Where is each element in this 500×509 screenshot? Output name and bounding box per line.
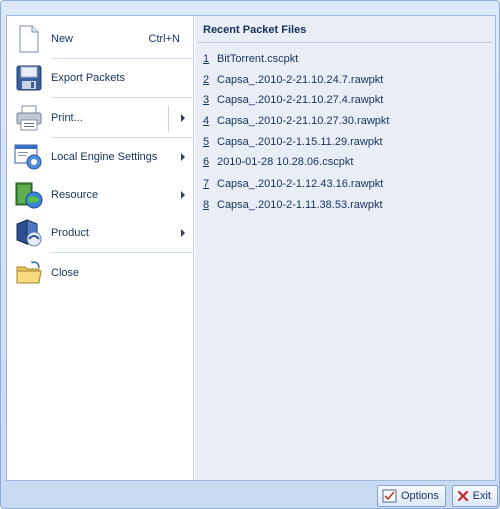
recent-file-number: 1	[203, 53, 210, 65]
recent-files-title: Recent Packet Files	[203, 24, 307, 36]
menu-item-product[interactable]: Product	[7, 214, 194, 252]
menu-item-local-engine-settings[interactable]: Local Engine Settings	[7, 138, 194, 176]
submenu-arrow-icon[interactable]	[181, 114, 185, 122]
menu-commands-pane: New Ctrl+N Export Packets Print... Local…	[7, 16, 194, 480]
menu-item-label: Resource	[51, 189, 99, 201]
recent-file-name: Capsa_.2010-2-1.15.11.29.rawpkt	[217, 136, 383, 148]
menu-item-new[interactable]: New Ctrl+N	[7, 20, 194, 58]
recent-file-item[interactable]: 1 BitTorrent.cscpkt	[203, 51, 298, 67]
recent-file-item[interactable]: 4 Capsa_.2010-2-21.10.27.30.rawpkt	[203, 113, 389, 129]
recent-file-name: BitTorrent.cscpkt	[217, 53, 299, 65]
menu-item-label: Export Packets	[51, 72, 125, 84]
shortcut-label: Ctrl+N	[148, 33, 180, 45]
recent-files-pane: Recent Packet Files 1 BitTorrent.cscpkt …	[195, 16, 495, 480]
recent-file-item[interactable]: 8 Capsa_.2010-2-1.11.38.53.rawpkt	[203, 197, 383, 213]
book-globe-icon	[14, 180, 44, 210]
recent-file-number: 4	[203, 115, 210, 127]
menu-item-print[interactable]: Print...	[7, 99, 194, 137]
recent-file-name: Capsa_.2010-2-1.11.38.53.rawpkt	[217, 199, 383, 211]
printer-icon	[14, 103, 44, 133]
recent-file-name: Capsa_.2010-2-21.10.24.7.rawpkt	[217, 74, 384, 86]
recent-file-item[interactable]: 6 2010-01-28 10.28.06.cscpkt	[203, 154, 353, 170]
menu-separator	[51, 252, 194, 253]
recent-file-item[interactable]: 2 Capsa_.2010-2-21.10.24.7.rawpkt	[203, 72, 383, 88]
recent-file-number: 7	[203, 178, 210, 190]
exit-x-icon	[457, 488, 470, 504]
menu-item-label: Print...	[51, 112, 83, 124]
recent-file-item[interactable]: 7 Capsa_.2010-2-1.12.43.16.rawpkt	[203, 176, 383, 192]
menu-item-label: Product	[51, 227, 89, 239]
product-box-icon	[14, 218, 44, 248]
menu-item-close[interactable]: Close	[7, 254, 194, 292]
recent-file-number: 6	[203, 156, 210, 168]
recent-file-name: Capsa_.2010-2-1.12.43.16.rawpkt	[217, 178, 384, 190]
application-menu-window: New Ctrl+N Export Packets Print... Local…	[0, 0, 500, 509]
split-divider	[168, 106, 169, 132]
recent-file-number: 2	[203, 74, 210, 86]
recent-file-item[interactable]: 5 Capsa_.2010-2-1.15.11.29.rawpkt	[203, 134, 383, 150]
new-document-icon	[14, 24, 44, 54]
menu-separator	[51, 97, 194, 98]
recent-file-name: 2010-01-28 10.28.06.cscpkt	[217, 156, 354, 168]
close-folder-icon	[14, 258, 44, 288]
submenu-arrow-icon	[181, 191, 185, 199]
menu-item-export-packets[interactable]: Export Packets	[7, 59, 194, 97]
recent-file-number: 3	[203, 94, 210, 106]
menu-item-resource[interactable]: Resource	[7, 176, 194, 214]
exit-button[interactable]: Exit	[452, 485, 498, 507]
recent-file-number: 5	[203, 136, 210, 148]
menu-item-label: Close	[51, 267, 80, 279]
options-checklist-icon	[382, 488, 398, 504]
submenu-arrow-icon	[181, 229, 185, 237]
exit-label: Exit	[472, 490, 491, 502]
menu-panel: New Ctrl+N Export Packets Print... Local…	[6, 15, 496, 481]
recent-file-item[interactable]: 3 Capsa_.2010-2-21.10.27.4.rawpkt	[203, 92, 383, 108]
recent-file-number: 8	[203, 199, 210, 211]
menu-item-label: New	[51, 33, 74, 45]
options-button[interactable]: Options	[377, 485, 446, 507]
settings-window-icon	[14, 142, 44, 172]
recent-file-name: Capsa_.2010-2-21.10.27.4.rawpkt	[217, 94, 384, 106]
title-divider	[198, 42, 492, 43]
recent-file-name: Capsa_.2010-2-21.10.27.30.rawpkt	[217, 115, 390, 127]
save-disk-icon	[14, 63, 44, 93]
submenu-arrow-icon	[181, 153, 185, 161]
options-label: Options	[401, 490, 439, 502]
menu-item-label: Local Engine Settings	[51, 151, 158, 163]
